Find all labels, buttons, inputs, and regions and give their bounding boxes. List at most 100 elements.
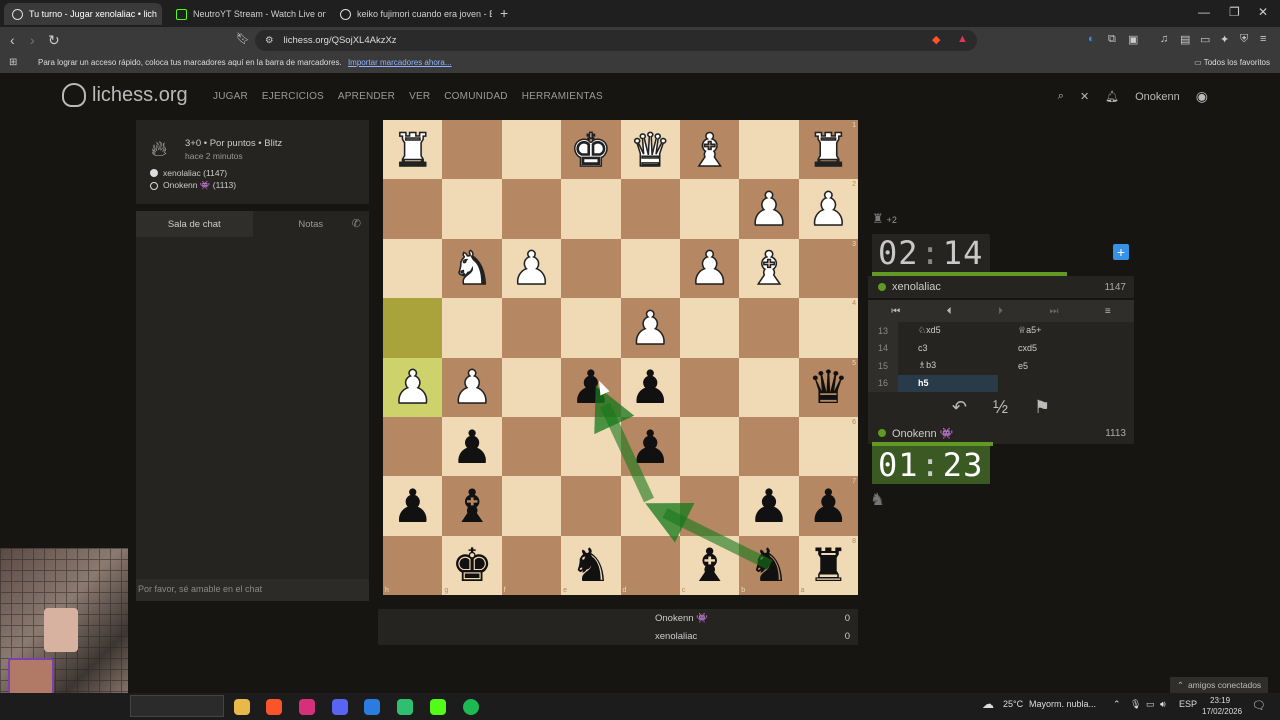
board-square[interactable] (620, 476, 680, 536)
white-piece[interactable]: ♟ (629, 304, 672, 352)
bookmark-icon[interactable]: 🔖︎ (236, 32, 250, 45)
user-avatar-icon[interactable]: ◉ (1196, 88, 1208, 105)
board-square[interactable] (679, 416, 740, 477)
white-piece[interactable]: ♚ (569, 126, 612, 174)
black-piece[interactable]: ♟ (451, 424, 492, 470)
white-piece[interactable]: ♟ (510, 245, 553, 293)
white-move[interactable]: c3 (898, 340, 998, 358)
board-square[interactable] (561, 476, 621, 536)
board-square[interactable]: f (501, 535, 562, 595)
screenshot-icon[interactable]: ▣ (1128, 33, 1138, 46)
black-move[interactable] (998, 375, 1098, 393)
board-square[interactable] (561, 238, 621, 299)
board-square[interactable]: ♝ c (679, 535, 740, 595)
move-menu-icon[interactable]: ≡ (1105, 306, 1111, 317)
board-square[interactable] (501, 120, 562, 180)
resign-flag-icon[interactable]: ⚑ (1034, 397, 1050, 418)
black-player[interactable]: Onokenn 👾 (1113) (150, 180, 236, 191)
voice-call-icon[interactable]: ✆ (352, 217, 361, 230)
opponent-row[interactable]: xenolaliac 1147 (868, 276, 1134, 298)
weather-temp[interactable]: 25°C (1003, 699, 1023, 709)
file-explorer-icon[interactable] (234, 699, 250, 715)
black-piece[interactable]: ♟ (748, 483, 789, 529)
reload-icon[interactable]: ↻ (48, 32, 60, 49)
black-piece[interactable]: ♞ (570, 542, 611, 588)
board-square[interactable]: ♟ (501, 238, 562, 299)
new-tab-icon[interactable]: + (500, 5, 508, 21)
language-indicator[interactable]: ESP (1179, 699, 1197, 709)
offer-draw-button[interactable]: ½ (993, 397, 1008, 418)
white-piece[interactable]: ♟ (451, 363, 494, 411)
board-square[interactable]: ♛ 5 (798, 357, 858, 417)
board-square[interactable]: ♞ b (739, 535, 799, 595)
black-piece[interactable]: ♟ (392, 483, 433, 529)
white-piece[interactable]: ♟ (688, 245, 731, 293)
minimize-icon[interactable]: — (1198, 5, 1210, 19)
black-move[interactable]: ♕a5+ (998, 322, 1098, 340)
board-square[interactable]: ♞ (442, 238, 502, 299)
board-square[interactable]: ♞ e (561, 535, 621, 595)
taskbar-search[interactable] (130, 695, 224, 717)
chat-input[interactable]: Por favor, sé amable en el chat (136, 579, 369, 601)
board-square[interactable]: ♜ 1 (798, 120, 858, 180)
kick-icon[interactable] (430, 699, 446, 715)
sidebar-icon[interactable]: ▤ (1180, 33, 1190, 46)
brave-shield-icon[interactable]: ◆ (932, 33, 940, 46)
next-move-icon[interactable]: ⏵ (998, 306, 1003, 317)
board-square[interactable] (679, 357, 740, 417)
board-square[interactable] (442, 179, 502, 239)
white-piece[interactable]: ♜ (807, 126, 850, 174)
browser-tab-lichess[interactable]: Tu turno - Jugar xenolaliac • lich ✕ (4, 3, 162, 25)
menu-icon[interactable]: ≡ (1260, 33, 1266, 45)
restore-icon[interactable]: ❐ (1229, 5, 1240, 19)
nav-ver[interactable]: VER (409, 91, 430, 102)
tab-chat[interactable]: Sala de chat (136, 211, 253, 237)
white-move-current[interactable]: h5 (898, 374, 998, 392)
board-square[interactable]: 4 (798, 298, 858, 358)
board-square[interactable]: ♟ (442, 416, 502, 477)
white-piece[interactable]: ♛ (629, 126, 672, 174)
back-icon[interactable]: ‹ (10, 32, 15, 48)
board-square[interactable] (501, 416, 562, 477)
address-bar[interactable]: ⚙ lichess.org/QSojXL4AkzXz (255, 30, 977, 51)
black-piece[interactable]: ♝ (689, 542, 730, 588)
chess-board[interactable]: ♜ ♚ ♛ ♝ ♜ 1 ♟ ♟ 2 ♞ ♟ ♟ ♝ 3 ♟ 4 ♟ ♟ ♟ ♟ ♛ 5 ♟ ♟ 6 ♟ ♝ ♟ ♟ 7 h ♚ g f ♞ e d ♝ c ♞… (383, 120, 858, 595)
white-piece[interactable]: ♜ (391, 126, 434, 174)
first-move-icon[interactable]: ⏮ (891, 306, 900, 317)
clock-time[interactable]: 23:19 (1210, 696, 1230, 705)
site-logo[interactable]: lichess.org (62, 83, 188, 107)
window-close-icon[interactable]: ✕ (1258, 5, 1268, 19)
notifications-icon[interactable]: 🗨︎ (1252, 699, 1266, 712)
white-move[interactable]: ♘xd5 (898, 322, 998, 340)
white-piece[interactable]: ♟ (748, 185, 791, 233)
board-square[interactable]: ♜ 8 a (798, 535, 858, 595)
white-piece[interactable]: ♟ (391, 363, 434, 411)
extension-icon[interactable]: ◐ (1088, 33, 1095, 45)
ai-icon[interactable]: ✦ (1220, 33, 1229, 46)
nav-comunidad[interactable]: COMUNIDAD (444, 91, 507, 102)
all-bookmarks-button[interactable]: ▭ Todos los favoritos (1194, 58, 1270, 67)
board-square[interactable]: ♝ (442, 476, 502, 536)
board-square[interactable]: ♟ 7 (798, 476, 858, 536)
instagram-icon[interactable] (299, 699, 315, 715)
black-move[interactable]: cxd5 (998, 340, 1098, 358)
black-move[interactable]: e5 (998, 357, 1098, 375)
board-square[interactable]: ♟ (383, 357, 443, 417)
board-square[interactable]: ♟ (620, 416, 680, 477)
black-piece[interactable]: ♟ (808, 483, 849, 529)
board-square[interactable] (442, 120, 502, 180)
brave-rewards-icon[interactable]: ▲ (957, 33, 968, 45)
network-icon[interactable]: ▭ (1146, 699, 1155, 710)
app-icon[interactable] (364, 699, 380, 715)
takeback-icon[interactable]: ↶ (952, 397, 967, 418)
white-move[interactable]: ♗b3 (898, 357, 998, 375)
black-piece[interactable]: ♞ (748, 542, 789, 588)
board-square[interactable] (501, 476, 562, 536)
discord-icon[interactable] (332, 699, 348, 715)
prev-move-icon[interactable]: ⏴ (947, 306, 952, 317)
weather-cloud-icon[interactable]: ☁ (982, 697, 994, 711)
board-square[interactable] (679, 298, 740, 358)
browser-tab-search[interactable]: keiko fujimori cuando era joven - Bus (332, 3, 492, 25)
board-square[interactable] (383, 238, 443, 299)
black-piece[interactable]: ♚ (451, 542, 492, 588)
